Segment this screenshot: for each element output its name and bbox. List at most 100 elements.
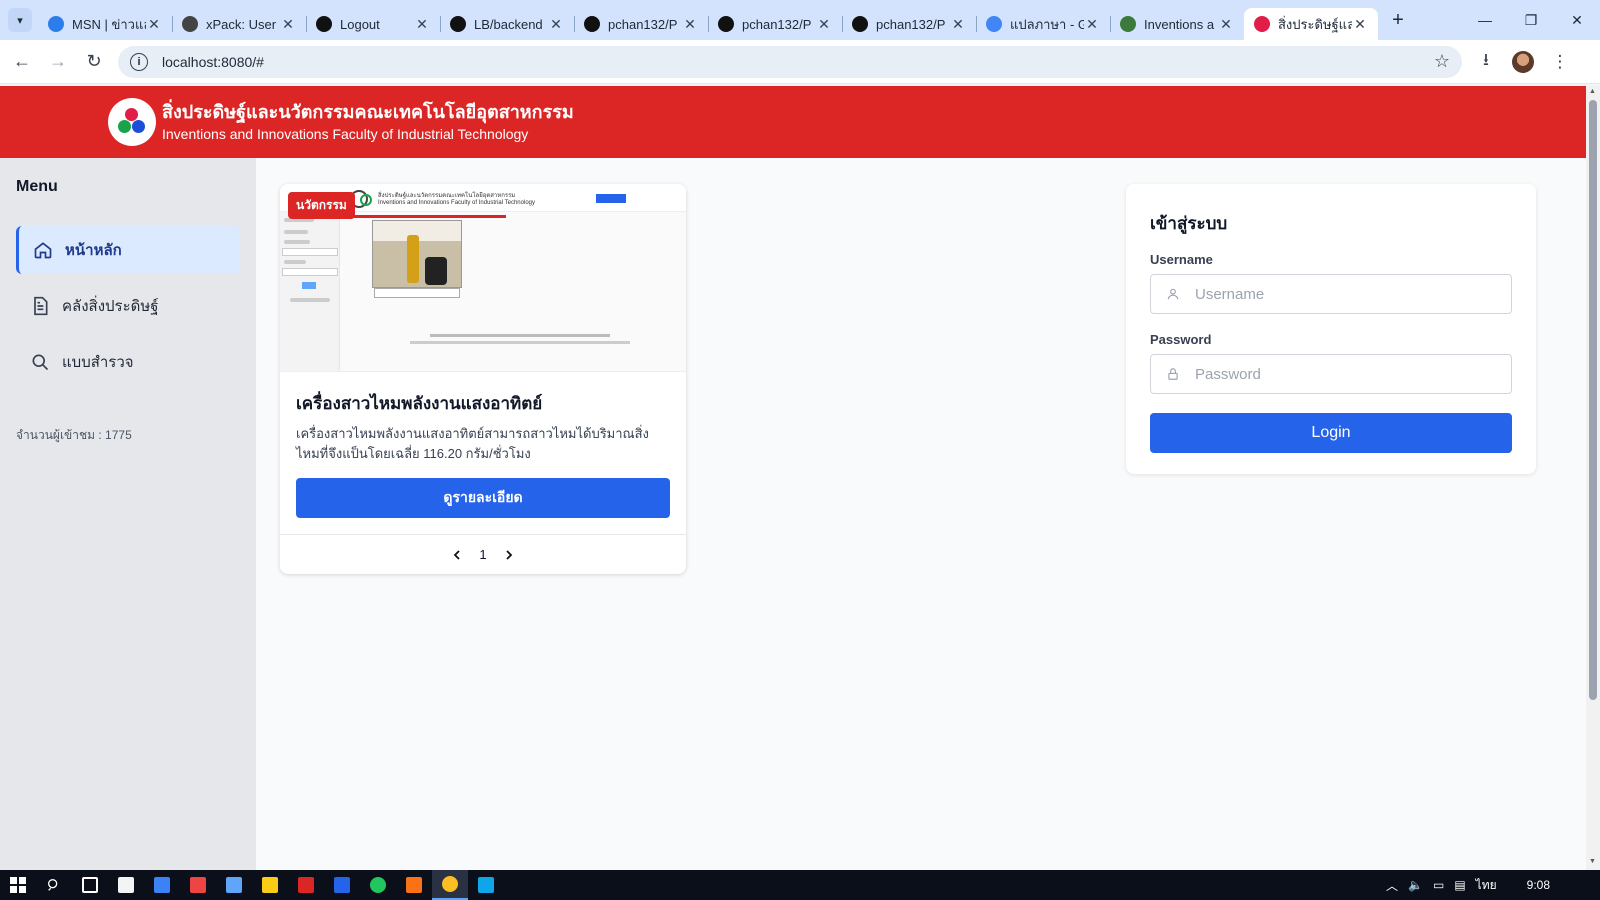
tab-favicon-icon <box>450 16 466 32</box>
windows-taskbar: ︿ 🔈 ▭ ▤ ไทย 9:08 <box>0 870 1600 900</box>
password-field[interactable] <box>1150 354 1512 394</box>
tab-close-icon[interactable]: ✕ <box>414 16 430 33</box>
tab-close-icon[interactable]: ✕ <box>1352 16 1368 33</box>
app-icon[interactable] <box>216 870 252 900</box>
page-scrollbar[interactable]: ▲ ▼ <box>1586 86 1600 870</box>
task-view-icon[interactable] <box>72 870 108 900</box>
tab-title: แปลภาษา - G <box>1010 16 1084 32</box>
sidebar-item-label: แบบสำรวจ <box>62 354 134 371</box>
prev-page-icon[interactable] <box>451 549 463 561</box>
tab-close-icon[interactable]: ✕ <box>548 16 564 33</box>
outlook-icon[interactable] <box>324 870 360 900</box>
browser-tab[interactable]: pchan132/P ✕ <box>574 8 708 40</box>
tab-close-icon[interactable]: ✕ <box>1218 16 1234 33</box>
password-label: Password <box>1150 332 1212 347</box>
tab-close-icon[interactable]: ✕ <box>146 16 162 33</box>
tab-search-button[interactable]: ▾ <box>8 8 32 32</box>
xampp-icon[interactable] <box>396 870 432 900</box>
tab-close-icon[interactable]: ✕ <box>280 16 296 33</box>
tab-favicon-icon <box>718 16 734 32</box>
back-button[interactable]: ← <box>4 44 40 80</box>
search-icon[interactable] <box>36 870 72 900</box>
tab-favicon-icon <box>316 16 332 32</box>
notification-icon[interactable]: ▤ <box>1454 878 1465 892</box>
sidebar-item-survey[interactable]: แบบสำรวจ <box>16 338 240 386</box>
username-label: Username <box>1150 252 1213 267</box>
tab-close-icon[interactable]: ✕ <box>816 16 832 33</box>
youtube-icon[interactable] <box>288 870 324 900</box>
chrome-icon[interactable] <box>360 870 396 900</box>
tab-title: pchan132/P <box>608 16 678 32</box>
tab-title: xPack: User <box>206 16 277 32</box>
username-field[interactable] <box>1150 274 1512 314</box>
network-icon[interactable]: ▭ <box>1433 878 1444 892</box>
login-panel: เข้าสู่ระบบ Username Password Login <box>1126 184 1536 474</box>
tab-title: สิ่งประดิษฐ์และ <box>1278 16 1352 32</box>
chrome-active-icon[interactable] <box>432 870 468 900</box>
scroll-down-icon[interactable]: ▼ <box>1589 858 1596 865</box>
main-content: สิ่งประดิษฐ์และนวัตกรรมคณะเทคโนโลยีอุตสา… <box>256 158 1586 870</box>
reload-button[interactable]: ↻ <box>76 44 112 80</box>
login-title: เข้าสู่ระบบ <box>1150 214 1228 233</box>
login-button[interactable]: Login <box>1150 413 1512 453</box>
start-icon[interactable] <box>0 870 36 900</box>
tab-close-icon[interactable]: ✕ <box>1084 16 1100 33</box>
url-text[interactable]: localhost:8080/# <box>162 54 1434 70</box>
scrollbar-thumb[interactable] <box>1589 100 1597 700</box>
download-icon[interactable]: ⭳ <box>1474 47 1498 76</box>
file-explorer-icon[interactable] <box>252 870 288 900</box>
category-badge: นวัตกรรม <box>288 192 355 219</box>
browser-tab[interactable]: แปลภาษา - G ✕ <box>976 8 1110 40</box>
vscode-icon[interactable] <box>468 870 504 900</box>
browser-tab[interactable]: Logout ✕ <box>306 8 440 40</box>
tab-title: LB/backend <box>474 16 543 32</box>
lock-icon <box>1165 366 1181 382</box>
browser-tab[interactable]: สิ่งประดิษฐ์และ✕ <box>1244 8 1378 40</box>
browser-tab[interactable]: pchan132/P ✕ <box>842 8 976 40</box>
sidebar-item-label: คลังสิ่งประดิษฐ์ <box>62 298 159 315</box>
new-tab-button[interactable]: + <box>1384 6 1412 34</box>
tab-close-icon[interactable]: ✕ <box>950 16 966 33</box>
sidebar-item-home[interactable]: หน้าหลัก <box>16 226 240 274</box>
sidebar-item-label: หน้าหลัก <box>65 242 122 259</box>
invention-thumbnail[interactable]: สิ่งประดิษฐ์และนวัตกรรมคณะเทคโนโลยีอุตสา… <box>280 184 686 372</box>
invention-card: สิ่งประดิษฐ์และนวัตกรรมคณะเทคโนโลยีอุตสา… <box>280 184 686 574</box>
volume-icon[interactable]: 🔈 <box>1408 878 1423 892</box>
site-logo[interactable] <box>108 98 156 146</box>
sidebar-item-inventions[interactable]: คลังสิ่งประดิษฐ์ <box>16 282 240 330</box>
tab-favicon-icon <box>1120 16 1136 32</box>
restore-button[interactable]: ❐ <box>1508 0 1554 40</box>
next-page-icon[interactable] <box>503 549 515 561</box>
current-page[interactable]: 1 <box>479 547 486 562</box>
browser-tab[interactable]: MSN | ข่าวและ✕ <box>38 8 172 40</box>
username-input[interactable] <box>1195 285 1511 303</box>
input-language[interactable]: ไทย <box>1476 876 1497 895</box>
browser-tab[interactable]: Inventions a ✕ <box>1110 8 1244 40</box>
tab-favicon-icon <box>1254 16 1270 32</box>
tab-title: MSN | ข่าวและ <box>72 16 146 32</box>
clock[interactable]: 9:08 <box>1527 878 1550 892</box>
site-info-icon[interactable]: i <box>130 52 148 71</box>
photos-icon[interactable] <box>180 870 216 900</box>
address-bar[interactable]: i localhost:8080/# ☆ <box>118 45 1462 78</box>
tray-chevron-icon[interactable]: ︿ <box>1386 877 1398 894</box>
bookmark-star-icon[interactable]: ☆ <box>1434 51 1450 72</box>
scroll-up-icon[interactable]: ▲ <box>1589 88 1596 95</box>
forward-button[interactable]: → <box>40 44 76 80</box>
close-window-button[interactable]: ✕ <box>1554 0 1600 40</box>
browser-tab[interactable]: LB/backend ✕ <box>440 8 574 40</box>
browser-tab[interactable]: xPack: User ✕ <box>172 8 306 40</box>
more-menu-icon[interactable]: ⋮ <box>1548 52 1572 72</box>
tab-close-icon[interactable]: ✕ <box>682 16 698 33</box>
view-details-button[interactable]: ดูรายละเอียด <box>296 478 670 518</box>
password-input[interactable] <box>1195 365 1511 383</box>
pagination: 1 <box>280 534 686 574</box>
store-icon[interactable] <box>108 870 144 900</box>
profile-avatar[interactable] <box>1512 50 1534 73</box>
tab-title: pchan132/P <box>742 16 812 32</box>
calculator-icon[interactable] <box>144 870 180 900</box>
browser-tab[interactable]: pchan132/P ✕ <box>708 8 842 40</box>
thumbnail-title-th: สิ่งประดิษฐ์และนวัตกรรมคณะเทคโนโลยีอุตสา… <box>378 193 516 199</box>
system-tray: ︿ 🔈 ▭ ▤ ไทย 9:08 <box>1386 870 1600 900</box>
minimize-button[interactable]: — <box>1462 0 1508 40</box>
